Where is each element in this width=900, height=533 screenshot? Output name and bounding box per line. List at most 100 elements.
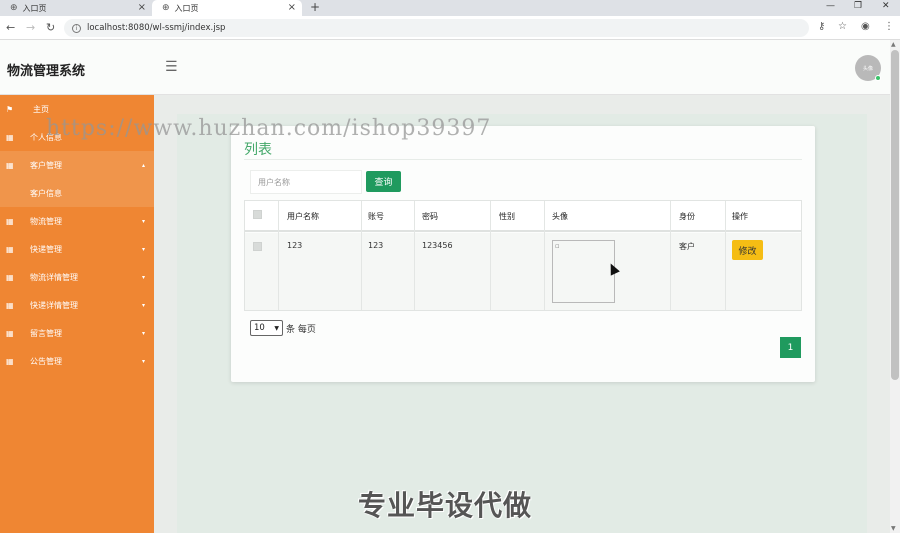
- column-divider: [414, 201, 415, 310]
- sidebar: ⚑ 主页 ▦ 个人信息 ▦ 客户管理 ▴ 客户信息 ▦ 物流管理 ▾ ▦ 快递管…: [0, 95, 154, 533]
- url-text: localhost:8080/wl-ssmj/index.jsp: [87, 23, 226, 33]
- column-divider: [278, 201, 279, 310]
- user-table: 用户名称 账号 密码 性别 头像 身份 操作 123 123 123456 ▫ …: [244, 200, 802, 311]
- browser-tab-2[interactable]: ⊕ 入口页 ×: [152, 0, 302, 16]
- chevron-down-icon: ▼: [274, 324, 279, 332]
- grid-icon: ▦: [6, 328, 14, 338]
- scroll-down-icon[interactable]: ▼: [891, 525, 896, 532]
- chevron-down-icon: ▾: [141, 301, 145, 309]
- sidebar-item-label: 物流详情管理: [30, 272, 78, 282]
- flag-icon: ⚑: [6, 104, 14, 114]
- select-all-checkbox[interactable]: [253, 210, 262, 219]
- sidebar-item-label: 物流管理: [30, 216, 62, 226]
- grid-icon: ▦: [6, 160, 14, 170]
- avatar-image: ▫: [552, 240, 615, 303]
- sidebar-item-label: 客户信息: [30, 188, 62, 198]
- key-icon[interactable]: ⚷: [818, 21, 825, 32]
- page-size-select[interactable]: 10 ▼: [250, 320, 283, 336]
- sidebar-item-label: 公告管理: [30, 356, 62, 366]
- sidebar-item-express[interactable]: ▦ 快递管理 ▾: [0, 235, 154, 263]
- browser-tab-1[interactable]: ⊕ 入口页 ×: [0, 0, 152, 16]
- cell-account: 123: [368, 241, 384, 250]
- grid-icon: ▦: [6, 132, 14, 142]
- column-divider: [725, 201, 726, 310]
- column-header: 账号: [368, 212, 384, 221]
- edit-button[interactable]: 修改: [732, 240, 763, 260]
- scroll-thumb[interactable]: [891, 50, 899, 380]
- globe-icon: ⊕: [162, 3, 170, 13]
- sidebar-item-customers[interactable]: ▦ 客户管理 ▴: [0, 151, 154, 179]
- table-header-row: 用户名称 账号 密码 性别 头像 身份 操作: [245, 201, 801, 232]
- search-button[interactable]: 查询: [366, 171, 401, 192]
- globe-icon: ⊕: [10, 3, 18, 13]
- sidebar-item-label: 客户管理: [30, 160, 62, 170]
- column-header: 用户名称: [287, 212, 319, 221]
- minimize-icon[interactable]: —: [826, 1, 835, 11]
- page-button-current[interactable]: 1: [780, 337, 801, 358]
- username-search-input[interactable]: 用户名称: [250, 170, 362, 194]
- sidebar-item-label: 快递管理: [30, 244, 62, 254]
- list-card: 列表 用户名称 查询 用户名称 账号 密码 性别 头像 身份 操作 123 12…: [231, 126, 815, 382]
- tab-title: 入口页: [22, 3, 47, 13]
- sidebar-item-label: 快递详情管理: [30, 300, 78, 310]
- card-title: 列表: [244, 142, 272, 158]
- divider: [244, 159, 802, 160]
- grid-icon: ▦: [6, 244, 14, 254]
- close-icon[interactable]: ×: [138, 2, 146, 13]
- sidebar-item-label: 主页: [33, 104, 49, 114]
- sidebar-item-announcements[interactable]: ▦ 公告管理 ▾: [0, 347, 154, 375]
- menu-dots-icon[interactable]: ⋮: [884, 21, 894, 32]
- page-size-value: 10: [254, 323, 265, 333]
- cell-password: 123456: [422, 241, 453, 250]
- app-header: 物流管理系统 ☰ 头像: [0, 40, 890, 95]
- window-close-icon[interactable]: ✕: [882, 1, 890, 11]
- sidebar-item-express-detail[interactable]: ▦ 快递详情管理 ▾: [0, 291, 154, 319]
- column-header: 操作: [732, 212, 748, 221]
- info-icon[interactable]: i: [72, 23, 81, 33]
- sidebar-item-messages[interactable]: ▦ 留言管理 ▾: [0, 319, 154, 347]
- online-status-dot: [875, 75, 881, 81]
- row-checkbox[interactable]: [253, 242, 262, 251]
- table-row: 123 123 123456 ▫ 客户 修改: [245, 233, 801, 310]
- grid-icon: ▦: [6, 272, 14, 282]
- column-header: 头像: [552, 212, 568, 221]
- grid-icon: ▦: [6, 300, 14, 310]
- close-icon[interactable]: ×: [288, 2, 296, 13]
- tab-title: 入口页: [174, 3, 199, 13]
- chevron-down-icon: ▾: [141, 217, 145, 225]
- broken-image-icon: ▫: [555, 242, 560, 250]
- watermark-text: 专业毕设代做: [358, 489, 533, 522]
- cell-role: 客户: [679, 242, 695, 251]
- sidebar-item-logistics[interactable]: ▦ 物流管理 ▾: [0, 207, 154, 235]
- scroll-up-icon[interactable]: ▲: [891, 41, 896, 48]
- grid-icon: ▦: [6, 216, 14, 226]
- column-divider: [544, 201, 545, 310]
- column-divider: [670, 201, 671, 310]
- address-bar[interactable]: i localhost:8080/wl-ssmj/index.jsp: [64, 19, 809, 37]
- chevron-down-icon: ▾: [141, 273, 145, 281]
- chevron-up-icon: ▴: [141, 161, 145, 169]
- page-scrollbar[interactable]: ▲ ▼: [890, 40, 900, 533]
- hamburger-menu-icon[interactable]: ☰: [165, 59, 178, 75]
- browser-toolbar: ← → ↻ i localhost:8080/wl-ssmj/index.jsp…: [0, 16, 900, 40]
- reload-icon[interactable]: ↻: [46, 21, 55, 34]
- new-tab-icon[interactable]: +: [310, 0, 320, 14]
- sidebar-item-logistics-detail[interactable]: ▦ 物流详情管理 ▾: [0, 263, 154, 291]
- restore-icon[interactable]: ❐: [854, 1, 862, 11]
- cell-username: 123: [287, 241, 303, 250]
- chevron-down-icon: ▾: [141, 329, 145, 337]
- grid-icon: ▦: [6, 356, 14, 366]
- sidebar-subitem-customer-info[interactable]: 客户信息: [0, 179, 154, 207]
- column-header: 性别: [499, 212, 515, 221]
- chevron-down-icon: ▾: [141, 245, 145, 253]
- browser-tab-strip: ⊕ 入口页 × ⊕ 入口页 × + — ❐ ✕: [0, 0, 900, 16]
- column-header: 身份: [679, 212, 695, 221]
- profile-icon[interactable]: ◉: [861, 21, 870, 32]
- sidebar-item-label: 留言管理: [30, 328, 62, 338]
- app-title: 物流管理系统: [7, 64, 86, 79]
- watermark-url: https://www.huzhan.com/ishop39397: [46, 116, 492, 141]
- back-icon[interactable]: ←: [6, 21, 15, 34]
- column-divider: [490, 201, 491, 310]
- forward-icon[interactable]: →: [26, 21, 35, 34]
- star-icon[interactable]: ☆: [838, 21, 847, 32]
